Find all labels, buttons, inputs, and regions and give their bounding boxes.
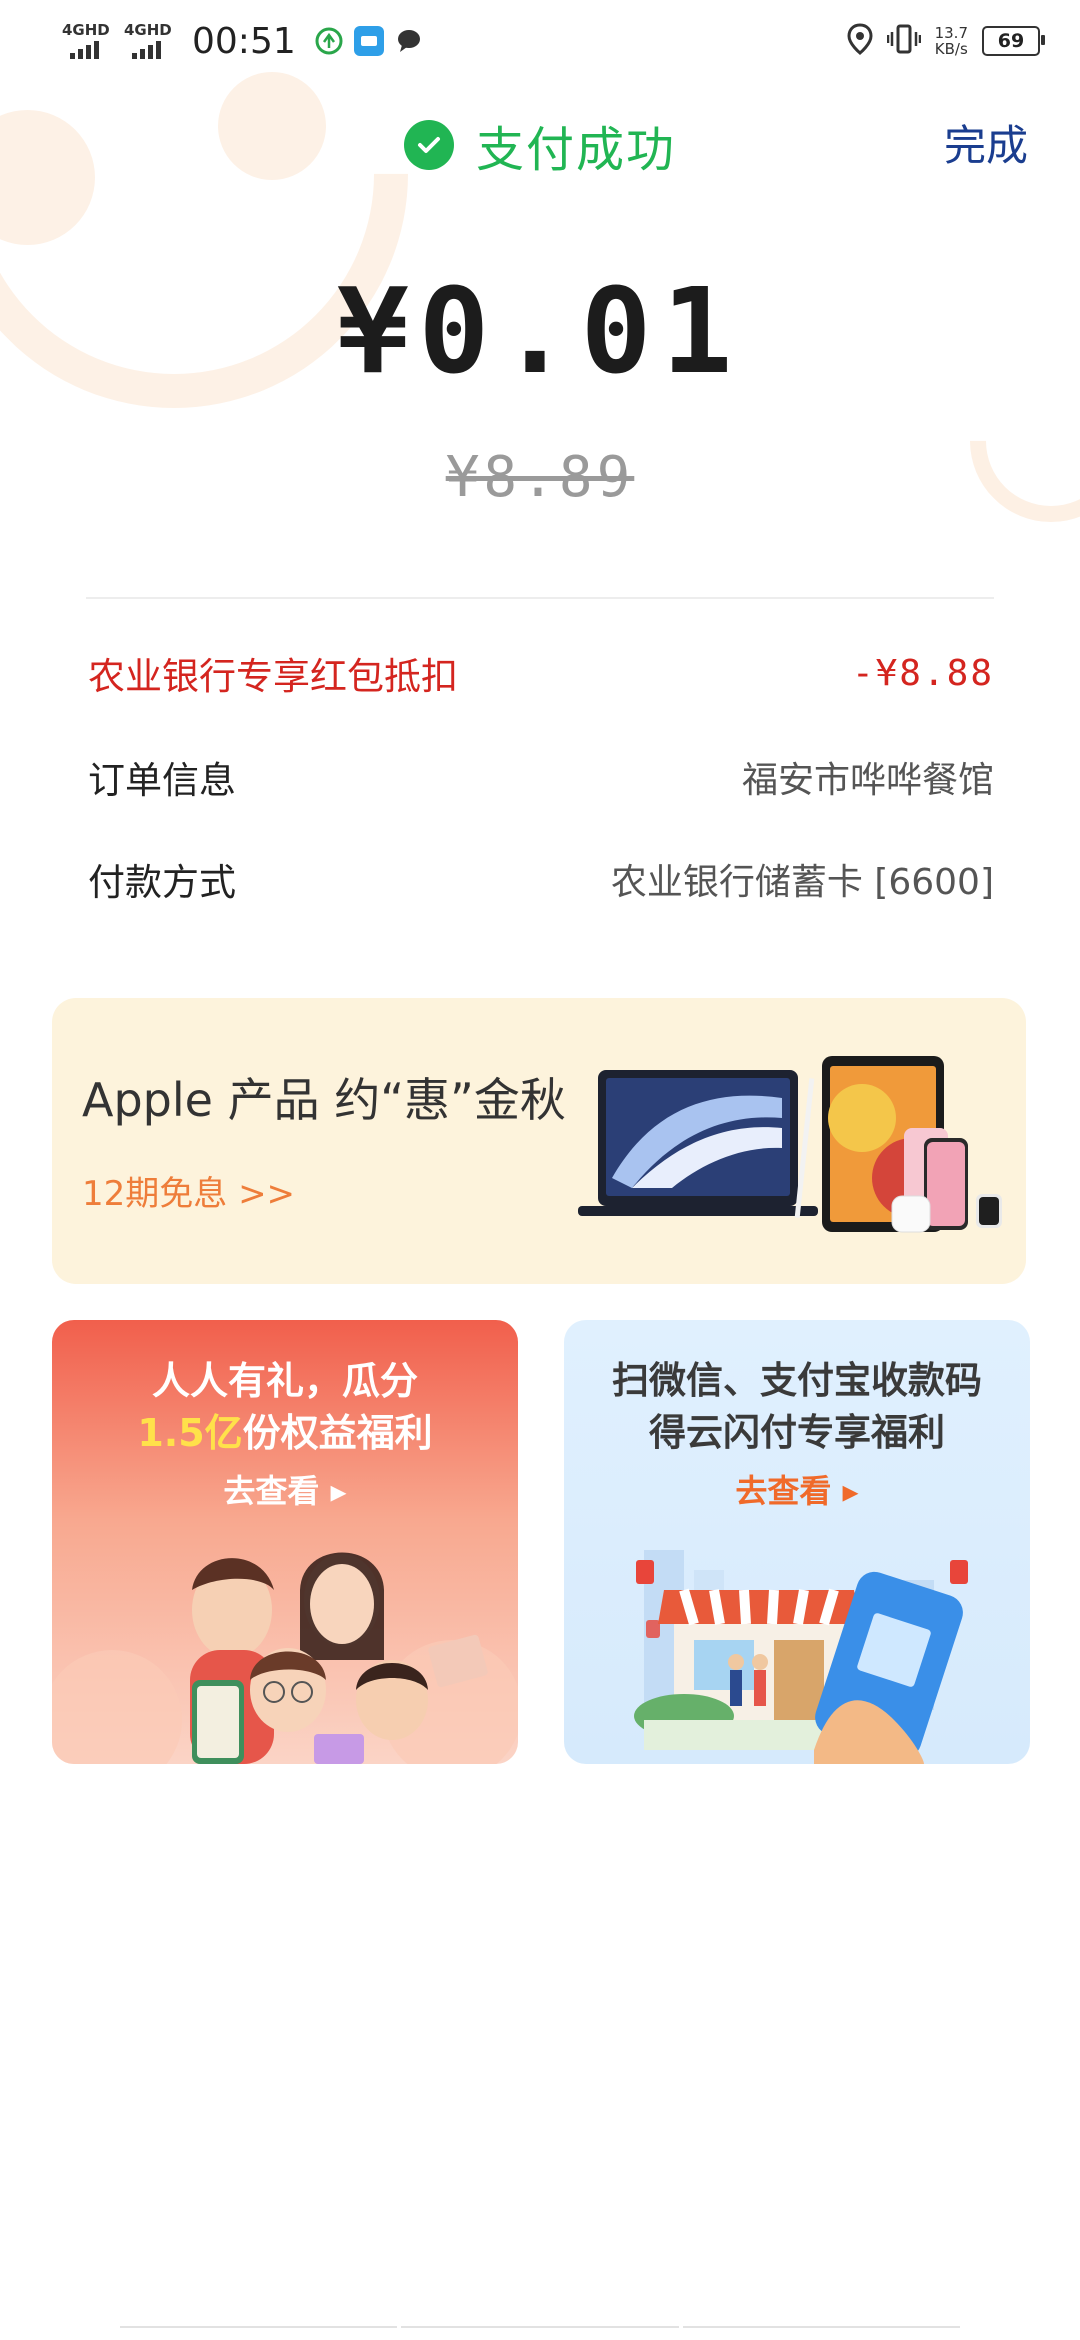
paid-amount: ¥0.01 bbox=[337, 262, 743, 400]
message-icon bbox=[394, 26, 424, 56]
promo-line-rest: 份权益福利 bbox=[242, 1411, 433, 1455]
promo-line: 1.5亿份权益福利 bbox=[52, 1402, 518, 1457]
discount-row: 农业银行专享红包抵扣 -¥8.88 bbox=[88, 643, 994, 703]
battery-icon: 69 bbox=[982, 26, 1045, 56]
apple-products-image bbox=[578, 1056, 1002, 1233]
order-info-row[interactable]: 订单信息 福安市哗哗餐馆 bbox=[88, 747, 994, 807]
promo-line: 得云闪付专享福利 bbox=[649, 1411, 945, 1454]
promo-card-rights[interactable]: 人人有礼，瓜分 1.5亿份权益福利 去查看 ▸ bbox=[52, 1320, 518, 1764]
merchant-name: 福安市哗哗餐馆 bbox=[741, 760, 994, 801]
people-illustration bbox=[52, 1552, 518, 1764]
apple-promo-banner[interactable]: Apple 产品 约“惠”金秋 12期免息 >> bbox=[52, 998, 1026, 1284]
shop-scan-illustration bbox=[634, 1550, 968, 1764]
payment-status: 支付成功 bbox=[0, 110, 1080, 180]
discount-label: 农业银行专享红包抵扣 bbox=[88, 655, 458, 698]
promo-cta[interactable]: 去查看 ▸ bbox=[52, 1466, 518, 1512]
payment-method-row: 付款方式 农业银行储蓄卡 [6600] bbox=[88, 849, 994, 909]
order-info-label: 订单信息 bbox=[88, 759, 236, 802]
promo-line: 扫微信、支付宝收款码 bbox=[612, 1359, 982, 1402]
payment-method-label: 付款方式 bbox=[88, 861, 236, 904]
status-time: 00:51 bbox=[192, 20, 296, 62]
promo-line: 人人有礼，瓜分 bbox=[151, 1359, 418, 1403]
apple-banner-title: Apple 产品 约“惠”金秋 bbox=[82, 1073, 566, 1127]
success-check-icon bbox=[403, 120, 454, 170]
done-button[interactable]: 完成 bbox=[944, 112, 1028, 173]
divider bbox=[86, 597, 994, 599]
vibrate-icon bbox=[886, 23, 921, 59]
payment-method-value: 农业银行储蓄卡 [6600] bbox=[610, 862, 994, 903]
network-speed: 13.7 KB/s bbox=[934, 24, 968, 58]
apple-banner-subtitle: 12期免息 >> bbox=[82, 1174, 296, 1214]
signal-icon: 4GHD bbox=[124, 21, 176, 61]
discount-value: -¥8.88 bbox=[851, 652, 994, 694]
payment-status-text: 支付成功 bbox=[475, 122, 676, 178]
promo-highlight: 1.5亿 bbox=[137, 1411, 243, 1455]
bottom-gesture-bar bbox=[120, 2326, 960, 2334]
app-notification-icon bbox=[314, 26, 344, 56]
location-icon bbox=[847, 23, 873, 59]
signal-icon: 4GHD bbox=[62, 21, 114, 61]
original-amount: ¥8.89 bbox=[445, 445, 635, 510]
result-header: 支付成功 完成 bbox=[0, 110, 1080, 180]
promo-card-scan-code[interactable]: 扫微信、支付宝收款码 得云闪付专享福利 去查看 ▸ bbox=[564, 1320, 1030, 1764]
promo-cta[interactable]: 去查看 ▸ bbox=[564, 1466, 1030, 1512]
app-notification-icon bbox=[353, 26, 384, 56]
status-bar: 4GHD 4GHD 00:51 13.7 KB/s 69 bbox=[0, 0, 1080, 80]
